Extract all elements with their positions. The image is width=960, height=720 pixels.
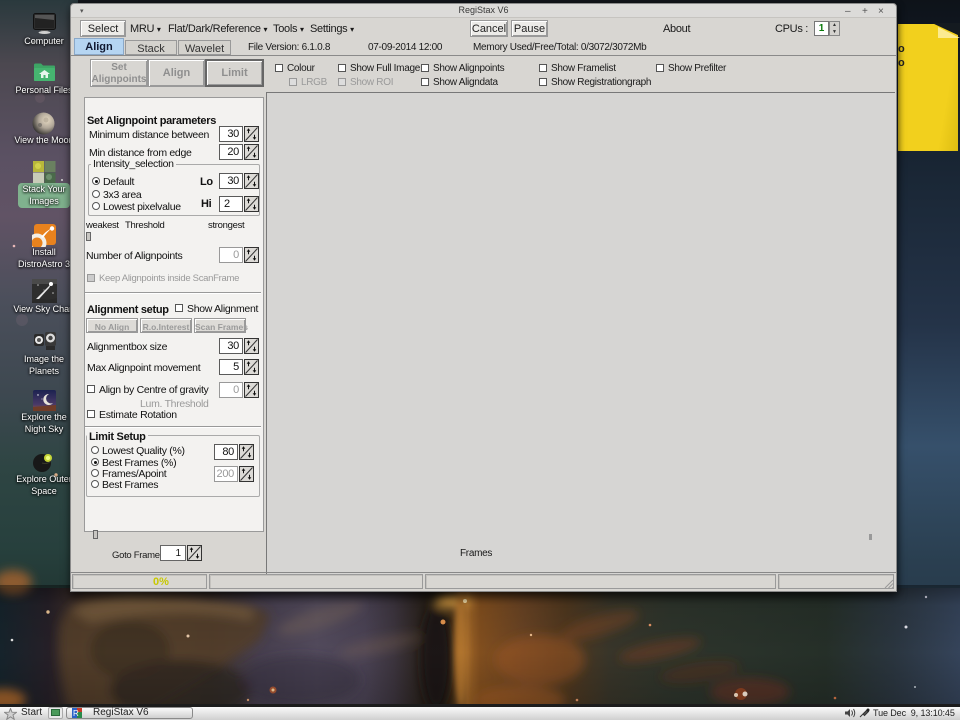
svg-text:R: R [73,709,79,718]
